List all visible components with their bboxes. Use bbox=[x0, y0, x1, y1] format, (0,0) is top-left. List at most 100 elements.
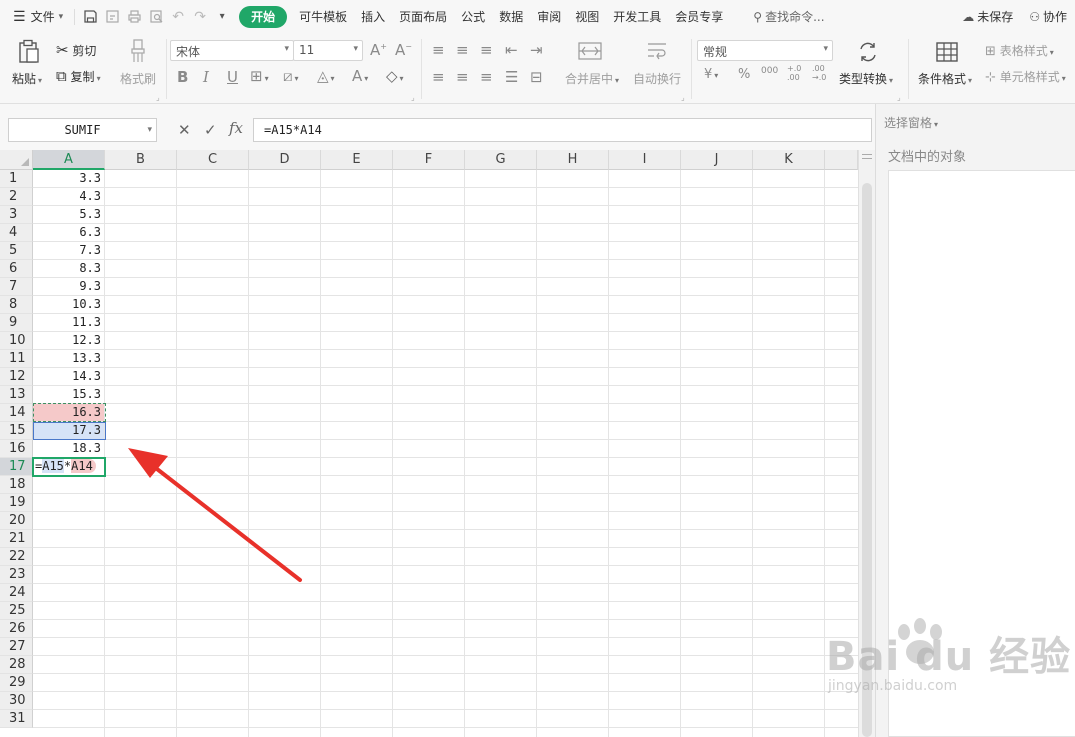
row-header-18[interactable]: 18 bbox=[0, 476, 33, 494]
cell-a4[interactable]: 6.3 bbox=[33, 224, 105, 242]
spreadsheet-grid[interactable]: A B C D E F G H I J K 1 2 3 4 5 6 7 8 9 10 11 12 13 14 15 16 17 18 19… bbox=[0, 150, 858, 737]
cell-a1[interactable]: 3.3 bbox=[33, 170, 105, 188]
align-bottom-icon[interactable]: ≡ bbox=[480, 41, 493, 59]
confirm-icon[interactable]: ✓ bbox=[204, 121, 217, 139]
row-header-11[interactable]: 11 bbox=[0, 350, 33, 368]
dialog-launcher-icon[interactable]: ⌟ bbox=[156, 93, 160, 102]
borders-icon[interactable]: ⊞ ▾ bbox=[250, 67, 269, 85]
number-format-select[interactable]: 常规 ▾ bbox=[697, 40, 833, 61]
wrap-text-icon[interactable] bbox=[645, 41, 669, 64]
cell-editor[interactable]: =A15*A14 bbox=[35, 458, 96, 475]
tab-data[interactable]: 数据 bbox=[492, 6, 530, 28]
cut-button[interactable]: ✂ 剪切 bbox=[56, 42, 96, 59]
row-header-16[interactable]: 16 bbox=[0, 440, 33, 458]
collab-button[interactable]: ⚇ 协作 bbox=[1021, 6, 1075, 28]
underline-icon[interactable]: U bbox=[227, 68, 238, 86]
column-header-k[interactable]: K bbox=[753, 150, 825, 170]
row-header-13[interactable]: 13 bbox=[0, 386, 33, 404]
copy-button[interactable]: ⧉ 复制 ▾ bbox=[56, 68, 101, 85]
row-header-31[interactable]: 31 bbox=[0, 710, 33, 728]
cancel-icon[interactable]: ✕ bbox=[178, 121, 191, 139]
split-handle-icon[interactable] bbox=[862, 154, 872, 159]
row-header-9[interactable]: 9 bbox=[0, 314, 33, 332]
tab-templates[interactable]: 可牛模板 bbox=[292, 6, 354, 28]
column-header-f[interactable]: F bbox=[393, 150, 465, 170]
conditional-format-icon[interactable] bbox=[935, 41, 959, 66]
cell-a9[interactable]: 11.3 bbox=[33, 314, 105, 332]
cell-a11[interactable]: 13.3 bbox=[33, 350, 105, 368]
cell-a2[interactable]: 4.3 bbox=[33, 188, 105, 206]
cell-a6[interactable]: 8.3 bbox=[33, 260, 105, 278]
row-header-5[interactable]: 5 bbox=[0, 242, 33, 260]
print-icon[interactable] bbox=[123, 6, 145, 28]
cell-a8[interactable]: 10.3 bbox=[33, 296, 105, 314]
fill-color-icon[interactable]: ◬ ▾ bbox=[317, 67, 335, 85]
decrease-font-icon[interactable]: A− bbox=[395, 41, 412, 59]
print-preview-icon[interactable] bbox=[145, 6, 167, 28]
row-header-30[interactable]: 30 bbox=[0, 692, 33, 710]
tab-page-layout[interactable]: 页面布局 bbox=[392, 6, 454, 28]
align-top-icon[interactable]: ≡ bbox=[432, 41, 445, 59]
column-header-a[interactable]: A bbox=[33, 150, 105, 170]
distributed-icon[interactable]: ⊟ bbox=[530, 68, 543, 86]
row-header-23[interactable]: 23 bbox=[0, 566, 33, 584]
column-header-e[interactable]: E bbox=[321, 150, 393, 170]
scrollbar-thumb[interactable] bbox=[862, 183, 872, 737]
row-header-17[interactable]: 17 bbox=[0, 458, 33, 476]
clear-format-icon[interactable]: ◇ ▾ bbox=[386, 67, 404, 85]
paste-label-wrap[interactable]: 粘贴 ▾ bbox=[12, 70, 42, 87]
decrease-indent-icon[interactable]: ⇤ bbox=[505, 41, 518, 59]
italic-icon[interactable]: I bbox=[203, 68, 209, 86]
decrease-decimal-icon[interactable]: .00 →.0 bbox=[812, 64, 830, 82]
unsaved-status[interactable]: ☁ 未保存 bbox=[954, 6, 1021, 28]
justify-icon[interactable]: ☰ bbox=[505, 68, 518, 86]
row-header-7[interactable]: 7 bbox=[0, 278, 33, 296]
row-header-25[interactable]: 25 bbox=[0, 602, 33, 620]
select-all-corner[interactable] bbox=[0, 150, 33, 170]
selection-pane-title[interactable]: 选择窗格 ▾ bbox=[884, 114, 938, 131]
dialog-launcher-icon[interactable]: ⌟ bbox=[411, 93, 415, 102]
cell-a16[interactable]: 18.3 bbox=[33, 440, 105, 458]
merge-center-icon[interactable] bbox=[578, 41, 602, 64]
formula-input[interactable]: =A15*A14 bbox=[253, 118, 872, 142]
font-color-icon[interactable]: A ▾ bbox=[352, 67, 368, 85]
wrap-text-label[interactable]: 自动换行 bbox=[633, 70, 681, 87]
column-header-i[interactable]: I bbox=[609, 150, 681, 170]
row-header-2[interactable]: 2 bbox=[0, 188, 33, 206]
row-header-8[interactable]: 8 bbox=[0, 296, 33, 314]
type-convert-button[interactable]: 类型转换 ▾ bbox=[839, 70, 893, 87]
row-header-19[interactable]: 19 bbox=[0, 494, 33, 512]
tab-review[interactable]: 审阅 bbox=[530, 6, 568, 28]
row-header-15[interactable]: 15 bbox=[0, 422, 33, 440]
row-header-22[interactable]: 22 bbox=[0, 548, 33, 566]
increase-font-icon[interactable]: A+ bbox=[370, 41, 387, 59]
cell-a13[interactable]: 15.3 bbox=[33, 386, 105, 404]
cell-a10[interactable]: 12.3 bbox=[33, 332, 105, 350]
align-left-icon[interactable]: ≡ bbox=[432, 68, 445, 86]
format-painter-icon[interactable] bbox=[128, 38, 148, 67]
cell-fill-pattern-icon[interactable]: ⧄ ▾ bbox=[283, 67, 299, 85]
conditional-format-button[interactable]: 条件格式 ▾ bbox=[918, 70, 972, 87]
command-search[interactable]: ⚲ 查找命令... bbox=[746, 6, 831, 28]
vertical-scrollbar[interactable] bbox=[858, 150, 875, 737]
cell-style-button[interactable]: ⊹ 单元格样式 ▾ bbox=[985, 68, 1066, 86]
row-header-21[interactable]: 21 bbox=[0, 530, 33, 548]
redo-icon[interactable]: ↷ bbox=[189, 6, 211, 28]
column-header-d[interactable]: D bbox=[249, 150, 321, 170]
row-header-12[interactable]: 12 bbox=[0, 368, 33, 386]
file-menu[interactable]: ☰ 文件 ▾ bbox=[0, 6, 70, 28]
column-header-j[interactable]: J bbox=[681, 150, 753, 170]
thousands-separator-icon[interactable]: 000 bbox=[761, 66, 778, 77]
column-header-h[interactable]: H bbox=[537, 150, 609, 170]
type-convert-icon[interactable] bbox=[857, 41, 879, 66]
percent-icon[interactable]: % bbox=[738, 67, 750, 82]
font-size-select[interactable]: 11 ▾ bbox=[293, 40, 363, 61]
export-pdf-icon[interactable] bbox=[101, 6, 123, 28]
tab-home[interactable]: 开始 bbox=[239, 5, 288, 28]
column-header-c[interactable]: C bbox=[177, 150, 249, 170]
increase-decimal-icon[interactable]: +.0 .00 bbox=[787, 64, 805, 82]
tab-developer[interactable]: 开发工具 bbox=[606, 6, 668, 28]
dialog-launcher-icon[interactable]: ⌟ bbox=[681, 93, 685, 102]
increase-indent-icon[interactable]: ⇥ bbox=[530, 41, 543, 59]
cell-a5[interactable]: 7.3 bbox=[33, 242, 105, 260]
